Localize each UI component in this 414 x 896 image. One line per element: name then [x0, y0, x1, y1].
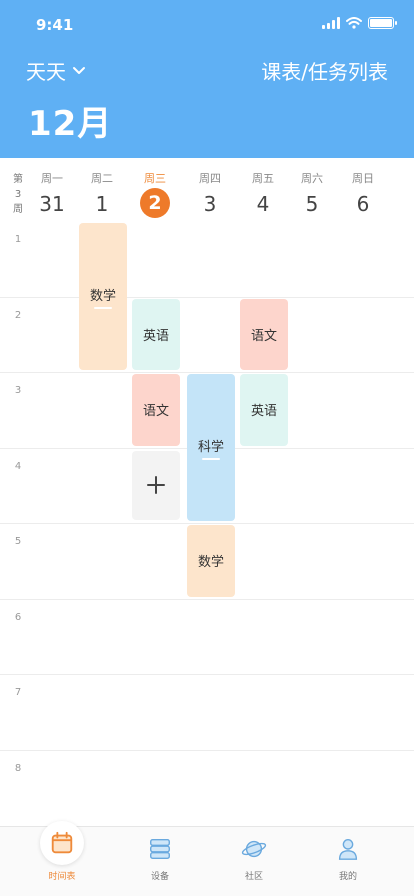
period-number: 4: [14, 460, 22, 472]
course-block[interactable]: 英语: [240, 374, 288, 446]
status-icons: [322, 17, 397, 29]
course-underline: [202, 457, 220, 460]
day-column-1[interactable]: 周二 1: [79, 170, 125, 218]
day-name: 周六: [301, 172, 323, 185]
plus-icon: [147, 476, 165, 495]
schedule-task-list-link[interactable]: 课表/任务列表: [261, 56, 388, 85]
day-name: 周日: [352, 172, 374, 185]
row-divider: [0, 296, 414, 298]
day-date: 3: [203, 192, 217, 216]
battery-icon: [368, 17, 397, 29]
day-date: 1: [95, 192, 109, 216]
course-name: 数学: [89, 288, 116, 304]
period-number: 6: [14, 611, 22, 623]
day-column-5[interactable]: 周六 5: [289, 170, 335, 218]
day-column-6[interactable]: 周日 6: [340, 170, 386, 218]
status-bar: 9:41: [0, 0, 414, 48]
row-divider: [0, 523, 414, 524]
child-selector[interactable]: 天天: [26, 56, 86, 85]
timetable-grid: 1 2 3 4 5 6 7 8 数学 英语 语文 科学 数学 语文 英语: [0, 222, 414, 822]
row-divider: [0, 598, 414, 600]
period-number: 8: [14, 762, 22, 774]
tab-bar: 时间表 设备 社区 我的: [0, 821, 414, 896]
course-name: 英语: [250, 404, 277, 420]
day-date: 5: [305, 192, 319, 216]
signal-icon: [322, 17, 340, 29]
week-header: 第 3 周 周一 31 周二 1 周三 2 周四 3 周五 4 周六 5 周日 6: [0, 158, 414, 222]
course-underline: [94, 306, 112, 309]
status-time: 9:41: [36, 16, 74, 34]
course-block[interactable]: 科学: [187, 374, 235, 521]
course-block[interactable]: 语文: [132, 374, 180, 446]
header: 9:41 天天 课表/任务列表 12月: [0, 0, 414, 158]
period-number: 5: [14, 536, 22, 547]
tab-2[interactable]: 社区: [219, 835, 289, 882]
tab-label: 社区: [244, 872, 263, 882]
tab-label: 时间表: [48, 872, 76, 882]
day-name: 周一: [41, 172, 63, 185]
row-divider: [0, 674, 414, 675]
course-name: 数学: [197, 555, 224, 571]
profile-icon: [334, 835, 362, 863]
day-column-4[interactable]: 周五 4: [240, 170, 286, 218]
device-icon: [146, 835, 174, 863]
course-block[interactable]: 语文: [240, 298, 288, 370]
tab-label: 我的: [338, 872, 357, 882]
today-date: 2: [140, 188, 170, 218]
child-name: 天天: [26, 60, 66, 84]
row-divider: [0, 372, 414, 373]
day-name: 周四: [199, 172, 221, 185]
day-column-3[interactable]: 周四 3: [187, 170, 233, 218]
day-date: 31: [39, 192, 65, 216]
course-name: 语文: [142, 404, 169, 420]
course-name: 英语: [142, 328, 169, 344]
period-number: 1: [14, 234, 22, 245]
tab-0[interactable]: 时间表: [27, 821, 97, 882]
tab-label: 设备: [150, 872, 169, 882]
course-name: 科学: [197, 439, 224, 455]
course-block[interactable]: 英语: [132, 298, 180, 370]
day-date: 6: [356, 192, 370, 216]
period-number: 2: [14, 309, 22, 321]
period-number: 7: [14, 687, 22, 698]
add-course-button[interactable]: [132, 450, 180, 520]
course-block[interactable]: 数学: [187, 525, 235, 597]
day-column-0[interactable]: 周一 31: [29, 170, 75, 218]
tab-1[interactable]: 设备: [125, 835, 195, 882]
planet-icon: [240, 835, 268, 863]
day-name: 周二: [91, 172, 113, 185]
day-name: 周三: [144, 172, 166, 185]
day-column-2[interactable]: 周三 2: [132, 170, 178, 218]
day-name: 周五: [252, 172, 274, 185]
row-divider: [0, 749, 414, 751]
chevron-down-icon: [73, 66, 85, 74]
tab-3[interactable]: 我的: [313, 835, 383, 882]
wifi-icon: [346, 17, 362, 29]
period-number: 3: [14, 385, 22, 396]
calendar-icon: [40, 821, 84, 865]
week-number-label: 第 3 周: [13, 174, 23, 215]
day-date: 4: [256, 192, 270, 216]
month-title: 12月: [28, 104, 113, 144]
course-block[interactable]: 数学: [79, 223, 127, 370]
course-name: 语文: [250, 328, 277, 344]
